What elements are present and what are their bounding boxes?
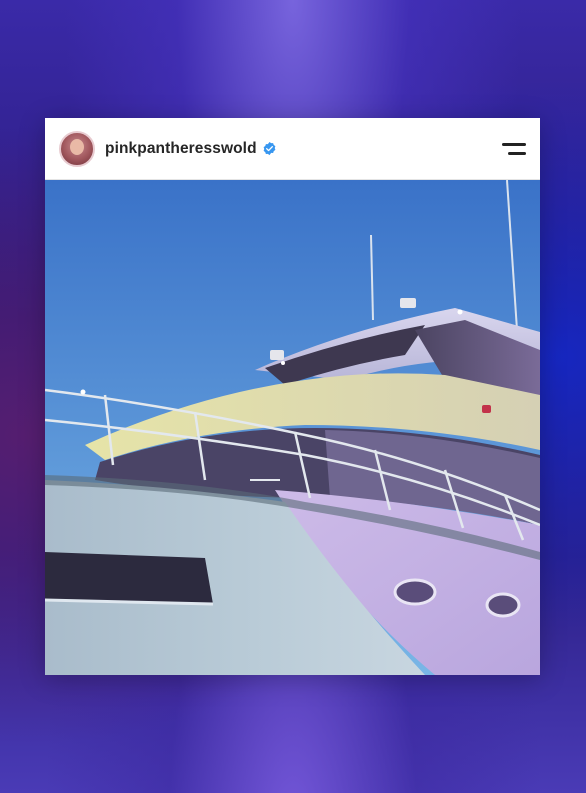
menu-icon[interactable] — [502, 140, 526, 158]
hull-window — [45, 552, 213, 604]
nav-light — [482, 405, 491, 413]
post-username[interactable]: pinkpantheresswold — [105, 140, 257, 158]
porthole-1 — [393, 578, 437, 606]
profile-avatar[interactable] — [59, 130, 95, 167]
light-unit — [270, 350, 284, 360]
verified-badge-icon — [262, 141, 277, 156]
username-group: pinkpantheresswold — [105, 140, 277, 158]
post-image[interactable] — [45, 180, 540, 675]
menu-icon-bar-top — [502, 143, 526, 146]
porthole-2 — [485, 592, 521, 618]
menu-icon-bar-bottom — [508, 152, 526, 155]
post-header: pinkpantheresswold — [45, 118, 540, 180]
post-card: pinkpantheresswold — [45, 118, 540, 675]
radar-unit — [400, 298, 416, 308]
